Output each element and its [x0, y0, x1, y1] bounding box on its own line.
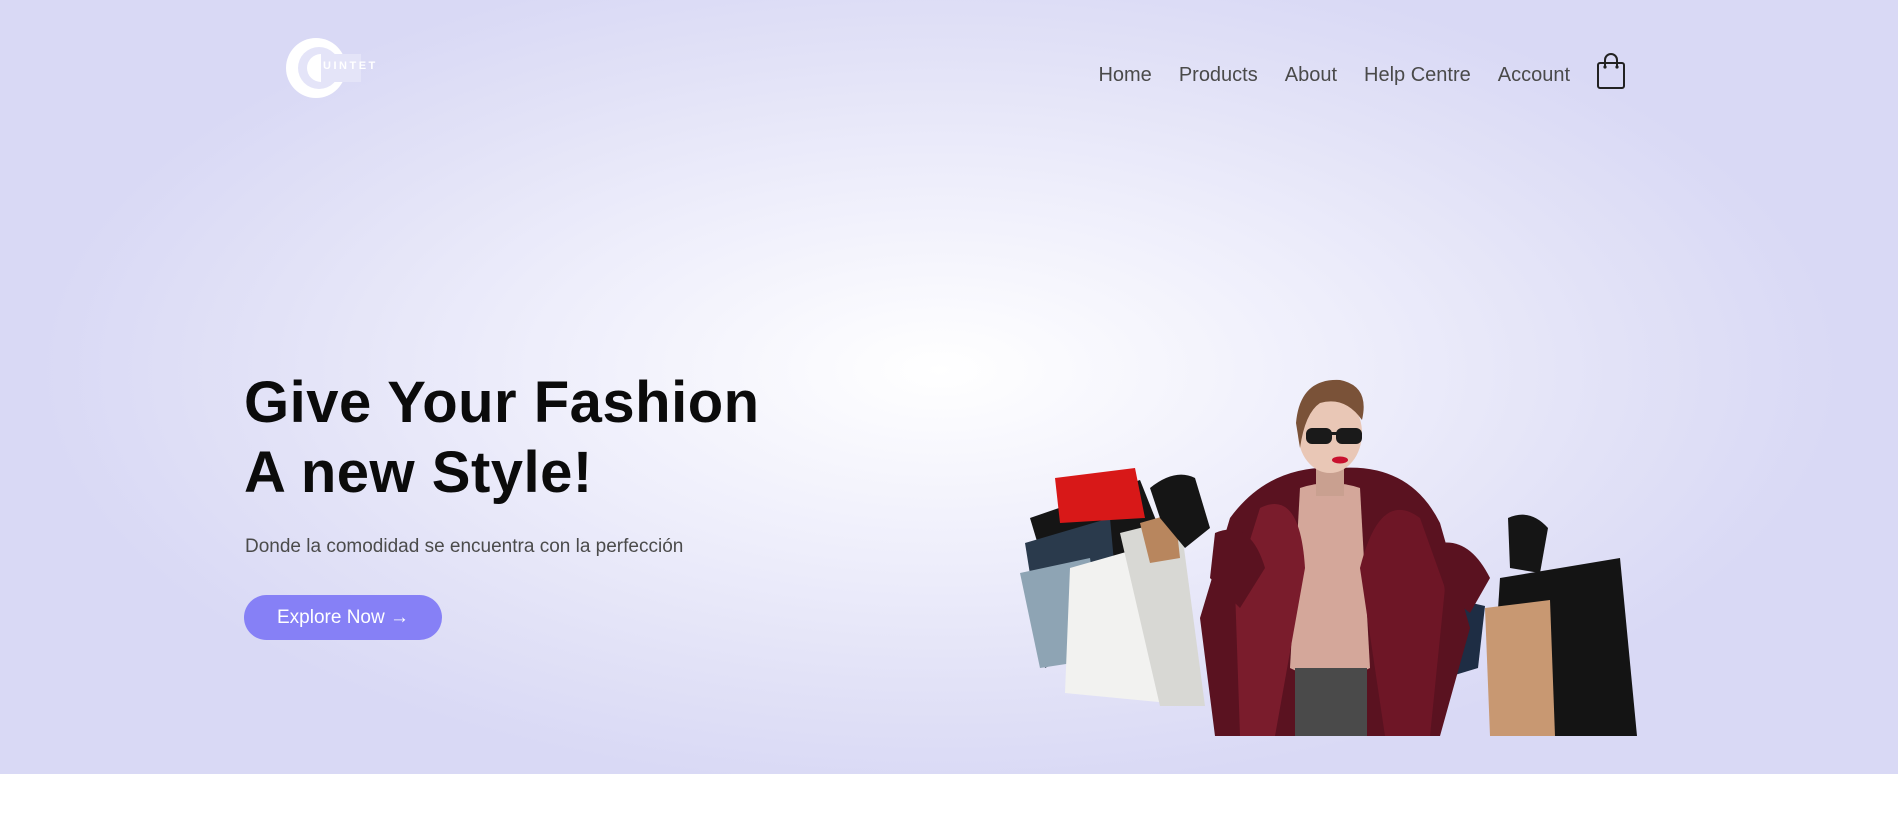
- hero-subtitle: Donde la comodidad se encuentra con la p…: [245, 536, 684, 557]
- nav-products[interactable]: Products: [1179, 61, 1258, 89]
- hero-title-line-1: Give Your Fashion: [244, 370, 760, 435]
- hero-title: Give Your Fashion A new Style!: [244, 368, 760, 508]
- hero-section: QUINTET Home Products About Help Centre …: [0, 0, 1898, 774]
- main-nav: Home Products About Help Centre Account: [1098, 53, 1626, 94]
- nav-home[interactable]: Home: [1098, 61, 1151, 89]
- nav-account[interactable]: Account: [1498, 61, 1570, 89]
- shopping-bag-icon[interactable]: [1596, 52, 1626, 90]
- nav-help-centre[interactable]: Help Centre: [1364, 61, 1471, 89]
- logo-text: QUINTET: [312, 60, 378, 72]
- explore-now-button[interactable]: Explore Now →: [244, 595, 442, 640]
- nav-about[interactable]: About: [1285, 61, 1337, 89]
- brand-logo[interactable]: QUINTET: [282, 34, 402, 102]
- hero-title-line-2: A new Style!: [244, 440, 593, 505]
- hero-image: [1000, 368, 1640, 736]
